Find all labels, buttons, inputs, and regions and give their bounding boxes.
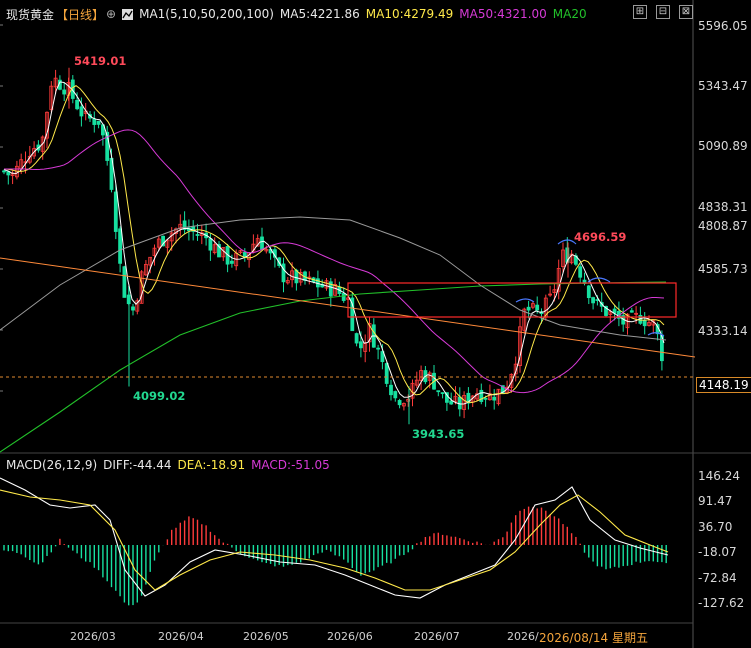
pattern-arc: [515, 298, 535, 303]
ma5-value: MA5:4221.86: [279, 7, 360, 21]
macd-value: MACD:-51.05: [251, 458, 330, 472]
candle-body: [118, 228, 122, 264]
macd-dea: DEA:-18.91: [177, 458, 246, 472]
candle-body: [358, 341, 363, 349]
candle-body: [131, 306, 135, 311]
candle-body: [449, 400, 454, 405]
time-tick: 2026/03: [70, 630, 116, 643]
close-icon[interactable]: ⊠: [679, 5, 693, 19]
candle-body: [397, 400, 402, 406]
ma-set-label[interactable]: MA1(5,10,50,200,100): [139, 7, 274, 21]
candle-body: [384, 363, 389, 384]
candle-body: [113, 191, 118, 232]
candle-body: [535, 304, 540, 311]
candle-body: [229, 260, 234, 264]
zone-box: [347, 282, 677, 318]
minimize-icon[interactable]: ⊟: [656, 5, 670, 19]
crosshair-date: 2026/08/14 星期五: [539, 629, 648, 646]
candle-body: [492, 396, 497, 401]
price-tick: 5343.47: [698, 79, 748, 93]
candle-body: [96, 120, 101, 125]
candle-body: [354, 333, 359, 344]
candle-body: [92, 118, 97, 125]
candle-body: [642, 320, 647, 327]
macd-tick: -127.62: [698, 596, 745, 610]
candle-body: [75, 99, 79, 110]
macd-tick: -72.84: [698, 571, 737, 585]
candle-body: [195, 234, 200, 236]
candle-body: [578, 266, 583, 278]
low-annotation: 4099.02: [133, 389, 186, 403]
candle-body: [440, 392, 445, 395]
last-price-tag: 4148.19: [696, 377, 751, 393]
time-tick: 2026/05: [243, 630, 289, 643]
candle-body: [526, 306, 531, 311]
macd-tick: -18.07: [698, 545, 737, 559]
indicator-icon[interactable]: [122, 8, 134, 20]
candle-body: [389, 384, 393, 396]
time-tick: 2026/07: [414, 630, 460, 643]
price-tick: 5090.89: [698, 139, 748, 153]
macd-label[interactable]: MACD(26,12,9): [6, 458, 97, 472]
ma20-value: MA20: [552, 7, 587, 21]
macd-tick: 91.47: [698, 494, 733, 508]
low-annotation: 3943.65: [412, 427, 465, 441]
add-indicator-icon[interactable]: ⊕: [106, 7, 116, 21]
layout-icon[interactable]: ⊞: [633, 5, 647, 19]
ma200-line: [0, 216, 667, 341]
price-tick: 4838.31: [698, 200, 748, 214]
candle-body: [483, 397, 488, 400]
time-tick: 2026/04: [158, 630, 204, 643]
candle-body: [457, 396, 462, 410]
macd-header: MACD(26,12,9) DIFF:-44.44 DEA:-18.91 MAC…: [6, 458, 330, 472]
candle-body: [586, 285, 591, 299]
candle-body: [281, 263, 286, 283]
ma10-value: MA10:4279.49: [365, 7, 454, 21]
price-tick: 4808.87: [698, 219, 748, 233]
macd-tick: 36.70: [698, 520, 733, 534]
candle-body: [591, 297, 595, 304]
candle-body: [393, 391, 398, 399]
candle-body: [2, 170, 6, 173]
candle-body: [122, 266, 127, 298]
price-tick: 4585.73: [698, 262, 748, 276]
price-tick: 5596.05: [698, 19, 748, 33]
macd-tick: 146.24: [698, 469, 740, 483]
candle-body: [376, 347, 381, 350]
candle-body: [79, 106, 84, 117]
candle-body: [436, 390, 441, 393]
candle-body: [242, 252, 247, 257]
candle-body: [260, 236, 264, 250]
candle-body: [341, 293, 346, 301]
high-annotation: 5419.01: [74, 54, 127, 68]
ma50-line: [4, 129, 665, 394]
period-label[interactable]: 【日线】: [56, 6, 104, 23]
symbol-name[interactable]: 现货黄金: [6, 6, 54, 23]
time-tick: 2026/06: [327, 630, 373, 643]
price-tick: 4333.14: [698, 324, 748, 338]
ma20-line: [0, 281, 667, 453]
ma50-value: MA50:4321.00: [459, 7, 547, 21]
candle-body: [629, 310, 634, 313]
macd-diff: DIFF:-44.44: [103, 458, 172, 472]
chart-canvas[interactable]: [0, 0, 751, 648]
peak-annotation: 4696.59: [574, 230, 627, 244]
chart-header: 现货黄金 【日线】 ⊕ MA1(5,10,50,200,100) MA5:422…: [6, 6, 587, 22]
candle-body: [208, 238, 213, 251]
candle-body: [62, 89, 67, 95]
